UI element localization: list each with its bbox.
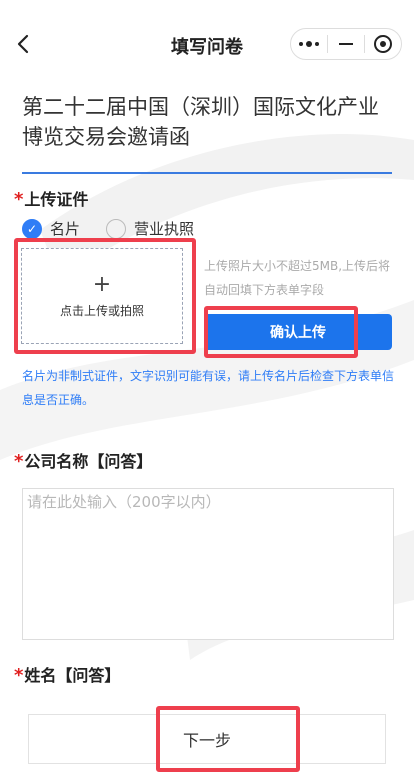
upload-question-label: *上传证件 bbox=[14, 186, 88, 210]
upload-photo-box[interactable]: + 点击上传或拍照 bbox=[21, 248, 183, 344]
navigation-bar: 填写问卷 bbox=[0, 0, 414, 88]
required-mark: * bbox=[14, 451, 24, 472]
document-type-radio-group: ✓ 名片 营业执照 bbox=[22, 218, 220, 239]
upload-box-label: 点击上传或拍照 bbox=[59, 303, 144, 318]
radio-label: 营业执照 bbox=[134, 220, 195, 238]
company-question-label: *公司名称【问答】 bbox=[14, 448, 152, 472]
name-label-text: 姓名【问答】 bbox=[24, 666, 121, 685]
radio-empty-icon bbox=[106, 218, 127, 239]
radio-business-card[interactable]: ✓ 名片 bbox=[22, 218, 80, 239]
form-title: 第二十二届中国（深圳）国际文化产业博览交易会邀请函 bbox=[22, 95, 379, 149]
radio-business-license[interactable]: 营业执照 bbox=[106, 218, 194, 239]
confirm-upload-button[interactable]: 确认上传 bbox=[204, 314, 392, 350]
upload-hint: 上传照片大小不超过5MB,上传后将自动回填下方表单字段 bbox=[204, 259, 391, 297]
more-dots-icon[interactable] bbox=[291, 29, 327, 59]
required-mark: * bbox=[14, 665, 24, 686]
minimize-icon[interactable] bbox=[328, 29, 364, 59]
title-divider bbox=[22, 172, 392, 174]
radio-label: 名片 bbox=[50, 220, 81, 238]
plus-icon: + bbox=[92, 271, 112, 297]
upload-label-text: 上传证件 bbox=[24, 190, 89, 209]
ocr-notice: 名片为非制式证件，文字识别可能有误，请上传名片后检查下方表单信息是否正确。 bbox=[22, 369, 395, 407]
company-name-input[interactable] bbox=[22, 488, 394, 640]
name-question-label: *姓名【问答】 bbox=[14, 662, 120, 686]
required-mark: * bbox=[14, 189, 24, 210]
checkmark-icon: ✓ bbox=[22, 218, 42, 239]
company-label-text: 公司名称【问答】 bbox=[24, 452, 153, 471]
target-circle-icon[interactable] bbox=[365, 29, 401, 59]
mini-program-capsule bbox=[290, 28, 402, 60]
next-step-button[interactable]: 下一步 bbox=[28, 714, 386, 764]
